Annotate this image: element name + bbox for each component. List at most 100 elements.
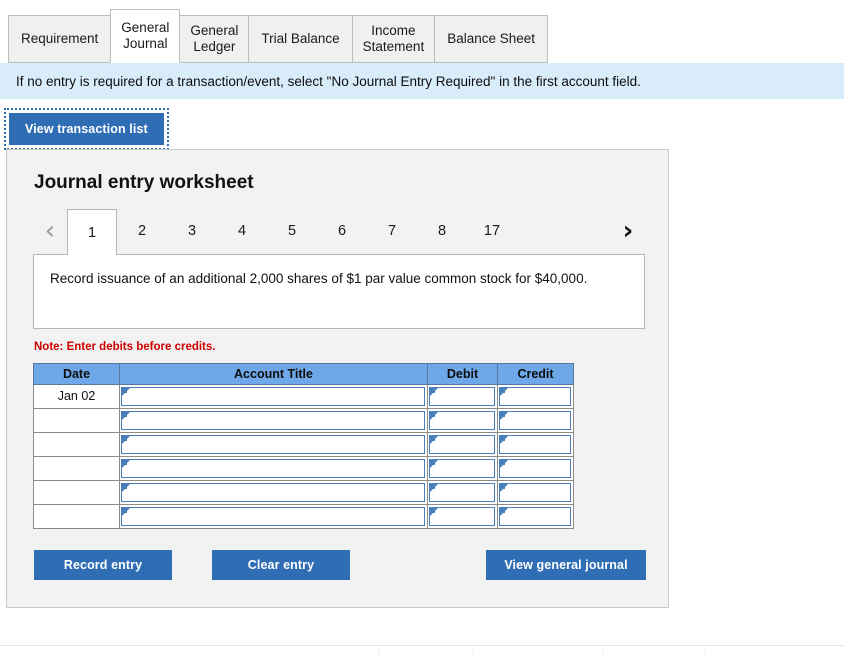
debit-cell[interactable]: [427, 384, 498, 409]
column-header-credit: Credit: [497, 363, 574, 385]
date-cell[interactable]: [33, 456, 120, 481]
tab-requirement[interactable]: Requirement: [8, 15, 112, 63]
pager-page-6[interactable]: 6: [317, 208, 367, 254]
pager-page-7[interactable]: 7: [367, 208, 417, 254]
footer-divider: [0, 645, 844, 658]
account-title-cell[interactable]: [119, 408, 428, 433]
table-header-row: Date Account Title Debit Credit: [33, 363, 574, 385]
debit-input[interactable]: [429, 482, 495, 502]
credit-cell[interactable]: [497, 456, 574, 481]
date-value: [34, 505, 119, 528]
credit-input[interactable]: [499, 386, 571, 406]
debit-input[interactable]: [429, 410, 495, 430]
date-cell[interactable]: [33, 480, 120, 505]
date-value: [34, 433, 119, 456]
table-row: [33, 480, 574, 505]
column-header-date: Date: [33, 363, 120, 385]
account-title-cell[interactable]: [119, 504, 428, 529]
tab-general-ledger[interactable]: General Ledger: [179, 15, 250, 63]
credit-cell[interactable]: [497, 432, 574, 457]
account-title-input[interactable]: [121, 410, 425, 430]
credit-input[interactable]: [499, 482, 571, 502]
journal-entry-table: Date Account Title Debit Credit Jan 02: [33, 363, 574, 529]
footer-tick: [473, 650, 474, 658]
tab-general-journal[interactable]: General Journal: [110, 9, 181, 63]
table-row: [33, 432, 574, 457]
info-banner: If no entry is required for a transactio…: [0, 63, 844, 99]
credit-cell[interactable]: [497, 408, 574, 433]
pager-page-17[interactable]: 17: [467, 208, 517, 254]
view-transaction-list-button[interactable]: View transaction list: [9, 113, 164, 145]
credit-input[interactable]: [499, 458, 571, 478]
worksheet-pager: ‹ 1 2 3 4 5 6 7 8 17 ›: [33, 208, 645, 255]
table-row: Jan 02: [33, 384, 574, 409]
pager-page-3[interactable]: 3: [167, 208, 217, 254]
debit-input[interactable]: [429, 506, 495, 526]
tab-income-statement-label-line1: Income: [371, 23, 416, 39]
pager-page-5[interactable]: 5: [267, 208, 317, 254]
tab-general-ledger-label-line1: General: [190, 23, 239, 39]
debit-cell[interactable]: [427, 456, 498, 481]
account-title-input[interactable]: [121, 434, 425, 454]
date-cell[interactable]: [33, 432, 120, 457]
date-value: Jan 02: [57, 389, 96, 403]
clear-entry-button[interactable]: Clear entry: [212, 550, 350, 580]
transaction-description-text: Record issuance of an additional 2,000 s…: [50, 271, 588, 286]
credit-cell[interactable]: [497, 384, 574, 409]
credit-input[interactable]: [499, 410, 571, 430]
account-title-cell[interactable]: [119, 456, 428, 481]
date-value: [34, 457, 119, 480]
journal-entry-page: Requirement General Journal General Ledg…: [0, 0, 844, 658]
account-title-input[interactable]: [121, 482, 425, 502]
credit-input[interactable]: [499, 434, 571, 454]
column-header-debit: Debit: [427, 363, 498, 385]
footer-tick: [603, 650, 604, 658]
pager-page-4[interactable]: 4: [217, 208, 267, 254]
debit-cell[interactable]: [427, 504, 498, 529]
date-cell[interactable]: Jan 02: [33, 384, 120, 409]
account-title-input[interactable]: [121, 506, 425, 526]
tab-balance-sheet[interactable]: Balance Sheet: [434, 15, 549, 63]
debit-input[interactable]: [429, 434, 495, 454]
worksheet-action-bar: Record entry Clear entry View general jo…: [34, 550, 646, 582]
table-row: [33, 456, 574, 481]
debits-before-credits-note: Note: Enter debits before credits.: [34, 341, 216, 353]
debit-cell[interactable]: [427, 408, 498, 433]
account-title-cell[interactable]: [119, 384, 428, 409]
view-general-journal-button[interactable]: View general journal: [486, 550, 646, 580]
main-tab-strip: Requirement General Journal General Ledg…: [0, 0, 844, 63]
account-title-cell[interactable]: [119, 432, 428, 457]
transaction-description: Record issuance of an additional 2,000 s…: [33, 254, 645, 329]
table-row: [33, 504, 574, 529]
credit-input[interactable]: [499, 506, 571, 526]
table-row: [33, 408, 574, 433]
pager-page-2[interactable]: 2: [117, 208, 167, 254]
debit-input[interactable]: [429, 386, 495, 406]
account-title-input[interactable]: [121, 386, 425, 406]
debit-cell[interactable]: [427, 480, 498, 505]
debit-cell[interactable]: [427, 432, 498, 457]
account-title-input[interactable]: [121, 458, 425, 478]
view-transaction-list-focus-ring: View transaction list: [4, 108, 169, 150]
date-value: [34, 409, 119, 432]
credit-cell[interactable]: [497, 480, 574, 505]
chevron-left-icon[interactable]: ‹: [33, 208, 67, 254]
credit-cell[interactable]: [497, 504, 574, 529]
date-cell[interactable]: [33, 408, 120, 433]
tab-general-journal-label-line2: Journal: [123, 36, 168, 51]
pager-page-8[interactable]: 8: [417, 208, 467, 254]
info-banner-text: If no entry is required for a transactio…: [16, 73, 641, 89]
pager-page-1[interactable]: 1: [67, 209, 117, 255]
chevron-right-icon[interactable]: ›: [611, 208, 645, 254]
journal-entry-worksheet-panel: Journal entry worksheet ‹ 1 2 3 4 5 6 7 …: [6, 149, 669, 608]
tab-balance-sheet-label: Balance Sheet: [447, 31, 536, 47]
tab-general-journal-label-line1: General: [121, 20, 170, 36]
tab-income-statement[interactable]: Income Statement: [351, 15, 436, 63]
record-entry-button[interactable]: Record entry: [34, 550, 172, 580]
account-title-cell[interactable]: [119, 480, 428, 505]
debit-input[interactable]: [429, 458, 495, 478]
tab-trial-balance[interactable]: Trial Balance: [248, 15, 353, 63]
date-cell[interactable]: [33, 504, 120, 529]
tab-general-ledger-label-line2: Ledger: [193, 39, 236, 54]
tab-requirement-label: Requirement: [21, 31, 99, 47]
